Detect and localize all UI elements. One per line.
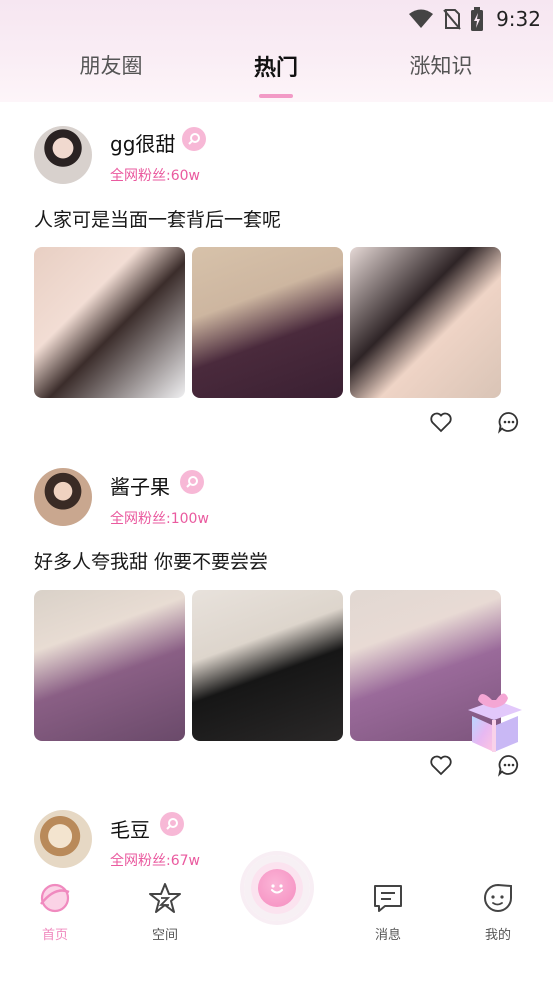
wifi-icon (409, 9, 434, 28)
avatar[interactable] (34, 810, 92, 868)
tab-friends[interactable]: 朋友圈 (80, 50, 143, 80)
message-icon (374, 885, 402, 912)
profile-face-icon (484, 883, 512, 912)
fans-count: 全网粉丝:100w (110, 511, 209, 527)
star-icon (149, 883, 181, 913)
nav-label: 我的 (484, 928, 511, 943)
smile-face-icon (271, 884, 283, 894)
center-action-button[interactable] (244, 855, 310, 921)
tab-popular[interactable]: 热门 (254, 50, 298, 82)
nav-label: 消息 (374, 928, 401, 943)
post-photo[interactable] (192, 247, 343, 398)
status-bar: 9:32 (0, 0, 553, 38)
gift-box-icon[interactable] (458, 686, 530, 758)
like-heart-icon[interactable] (429, 753, 453, 777)
post-photo[interactable] (192, 590, 343, 741)
nav-messages[interactable]: 消息 (348, 882, 428, 943)
post-text: 人家可是当面一套背后一套呢 (34, 209, 282, 231)
avatar[interactable] (34, 468, 92, 526)
tab-indicator (259, 94, 293, 98)
avatar[interactable] (34, 126, 92, 184)
female-icon (182, 127, 206, 151)
no-sim-icon (443, 9, 461, 30)
home-icon (40, 883, 70, 913)
post-photo[interactable] (350, 247, 501, 398)
status-time: 9:32 (496, 7, 541, 31)
fans-count: 全网粉丝:67w (110, 853, 200, 869)
battery-charging-icon (471, 7, 484, 31)
female-icon (180, 470, 204, 494)
female-icon (160, 812, 184, 836)
nav-space[interactable]: 空间 (125, 882, 205, 943)
nav-profile[interactable]: 我的 (458, 882, 538, 943)
username[interactable]: 毛豆 (110, 814, 150, 843)
nav-label: 空间 (151, 928, 178, 943)
top-tabs: 朋友圈 热门 涨知识 (0, 50, 553, 90)
username[interactable]: 酱子果 (110, 471, 170, 500)
post-photo[interactable] (34, 247, 185, 398)
post-text: 好多人夸我甜 你要不要尝尝 (34, 551, 269, 573)
bottom-nav: 首页 空间 消息 我的 (0, 855, 553, 983)
fans-count: 全网粉丝:60w (110, 168, 200, 184)
nav-label: 首页 (41, 928, 68, 943)
nav-home[interactable]: 首页 (15, 882, 95, 943)
comment-icon[interactable] (497, 410, 521, 434)
tab-knowledge[interactable]: 涨知识 (410, 50, 473, 80)
like-heart-icon[interactable] (429, 410, 453, 434)
username[interactable]: gg很甜 (110, 128, 175, 157)
post-photo[interactable] (34, 590, 185, 741)
